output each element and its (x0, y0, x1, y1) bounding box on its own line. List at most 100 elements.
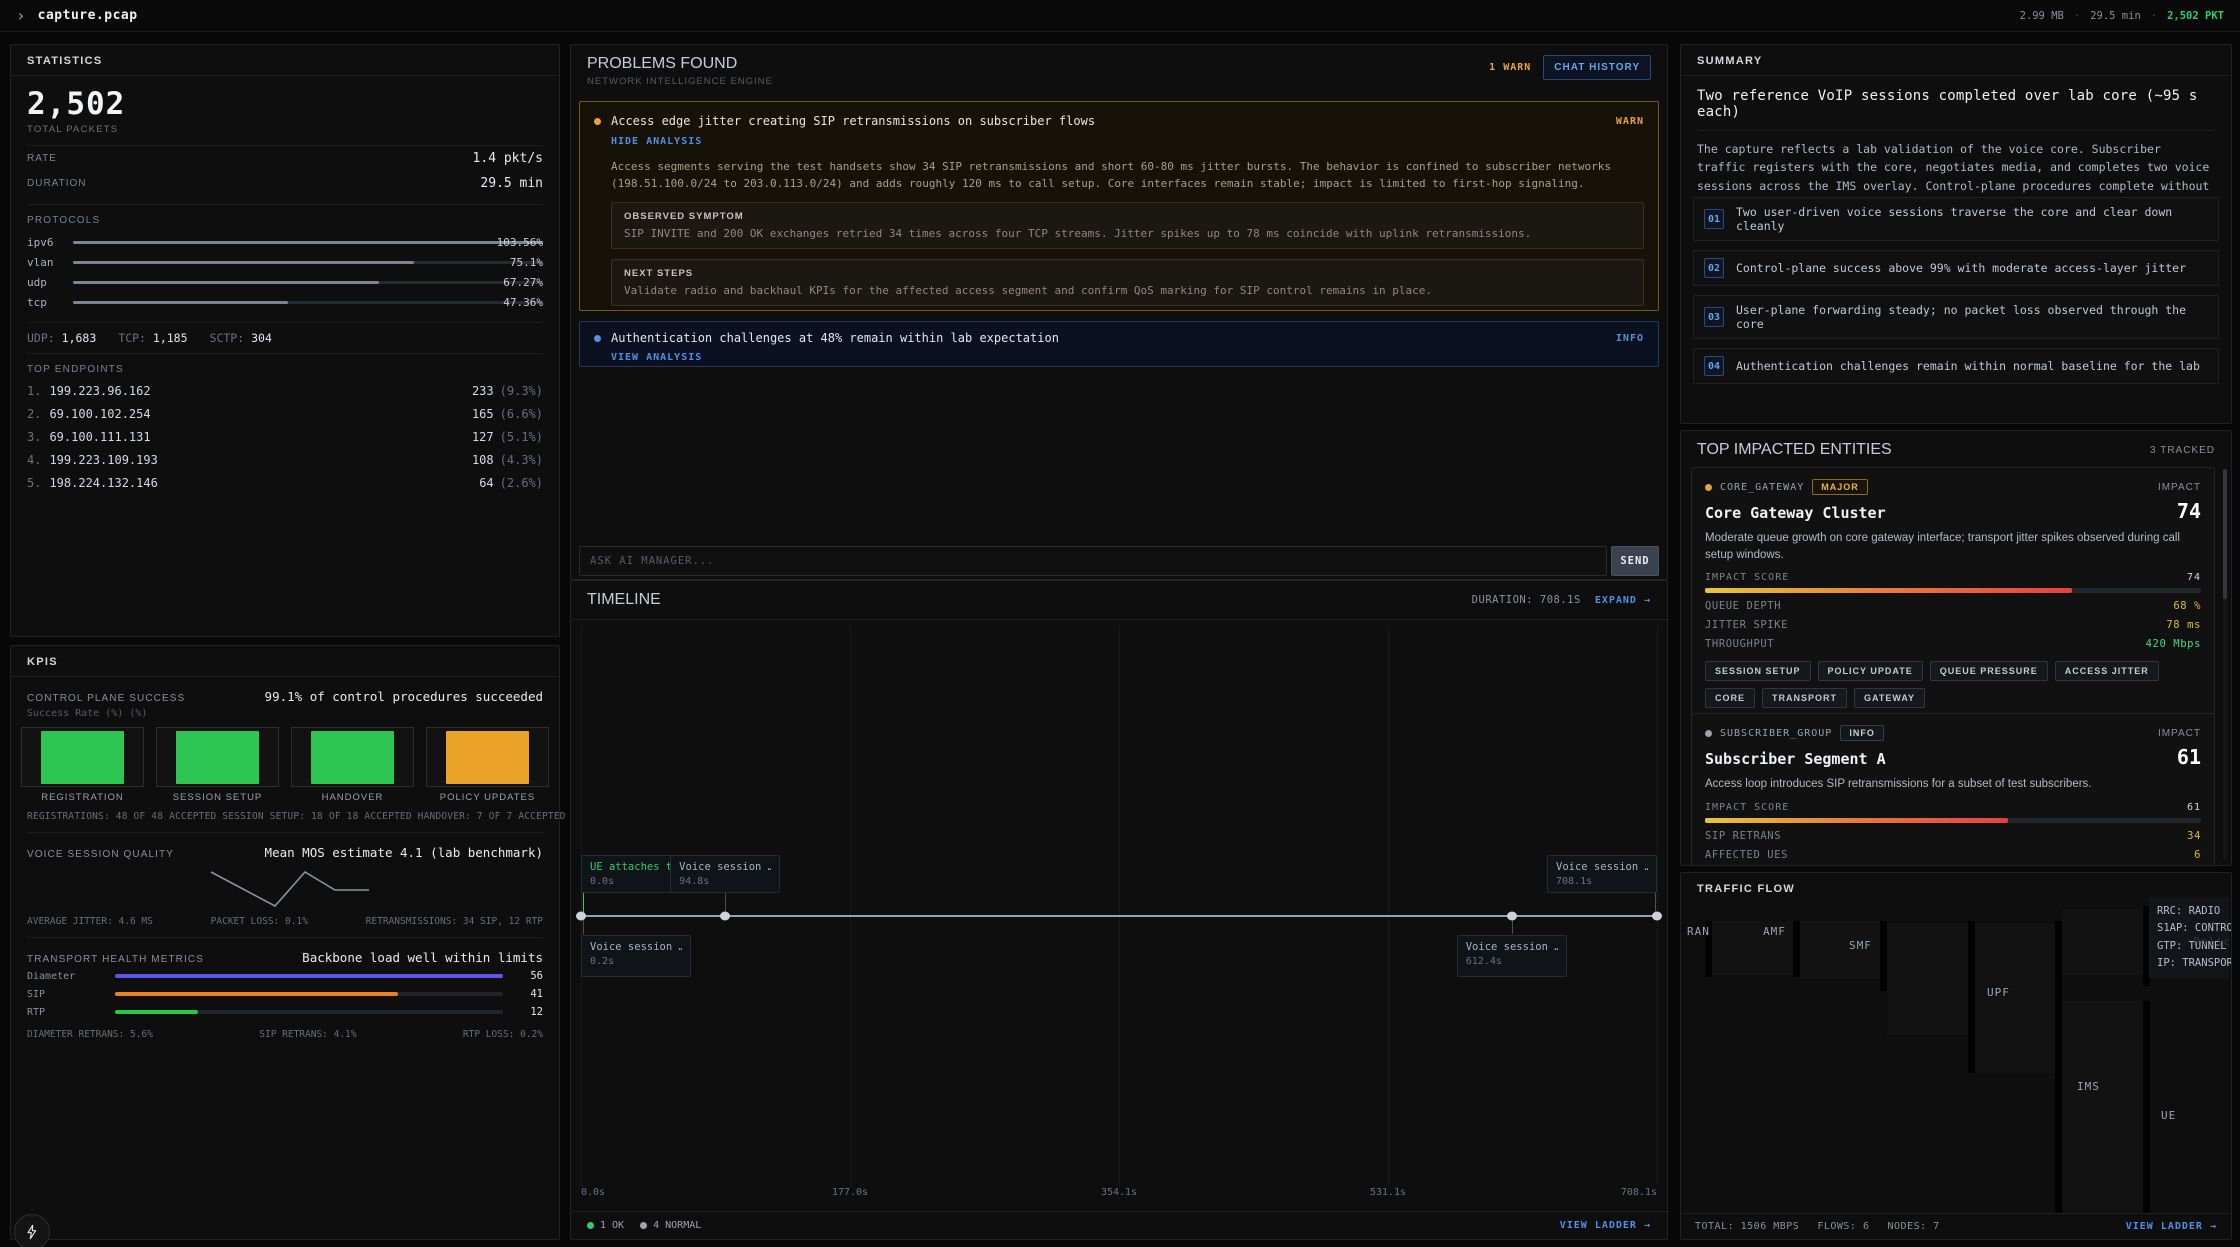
item-text: Two user-driven voice sessions traverse … (1736, 205, 2208, 233)
event-time: 612.4s (1466, 956, 1558, 967)
metric-value: 68 % (2173, 600, 2201, 612)
view-ladder-link[interactable]: VIEW LADDER → (2126, 1221, 2217, 1232)
dot-separator: · (2074, 10, 2080, 22)
transport-health-value: Backbone load well within limits (302, 950, 543, 965)
view-ladder-link[interactable]: VIEW LADDER → (1560, 1220, 1651, 1231)
problems-title: PROBLEMS FOUND (587, 55, 773, 73)
tag-chip[interactable]: TRANSPORT (1762, 688, 1847, 708)
entity-card-subscriber-segment[interactable]: SUBSCRIBER_GROUP INFO IMPACT Subscriber … (1691, 713, 2215, 866)
kpi-bar-label: HANDOVER (291, 792, 414, 803)
problem-card-warn[interactable]: Access edge jitter creating SIP retransm… (579, 101, 1659, 311)
tag-chip[interactable]: SESSION SETUP (1705, 661, 1811, 681)
kpi-bar-label: POLICY UPDATES (426, 792, 549, 803)
endpoint-count: 127 (472, 430, 494, 444)
entities-title: TOP IMPACTED ENTITIES (1697, 441, 1892, 459)
udp-count-label: UDP: (27, 331, 55, 345)
protocols-label: PROTOCOLS (11, 205, 559, 232)
problems-subtitle: NETWORK INTELLIGENCE ENGINE (587, 76, 773, 87)
tag-chip[interactable]: GATEWAY (1854, 688, 1925, 708)
transport-name: RTP (27, 1007, 115, 1018)
summary-panel: SUMMARY Two reference VoIP sessions comp… (1680, 44, 2232, 424)
impact-score-value: 61 (2187, 802, 2201, 813)
event-time: 94.8s (679, 876, 771, 887)
gridline (850, 625, 851, 1187)
diameter-retrans-stat: DIAMETER RETRANS: 5.6% (27, 1029, 153, 1040)
timeline-event[interactable]: Voice session … 708.1s (1547, 855, 1657, 893)
entities-scrollbar[interactable] (2223, 469, 2227, 859)
ask-ai-input[interactable] (579, 546, 1607, 576)
quick-actions-fab[interactable] (14, 1214, 50, 1247)
entity-name: Subscriber Segment A (1705, 750, 1886, 768)
timeline-event[interactable]: Voice session … 612.4s (1457, 935, 1567, 977)
protocol-name: tcp (27, 296, 73, 309)
tag-chip[interactable]: POLICY UPDATE (1818, 661, 1923, 681)
timeline-dot[interactable] (720, 912, 730, 921)
problem-card-info[interactable]: Authentication challenges at 48% remain … (579, 321, 1659, 367)
timeline-dot[interactable] (1507, 912, 1517, 921)
endpoint-row[interactable]: 2. 69.100.102.254 165(6.6%) (11, 404, 559, 427)
entity-dot-icon (1705, 730, 1712, 737)
kpi-bar-registration (21, 727, 144, 787)
flow-ribbon-gtp[interactable] (1887, 923, 1968, 1035)
sankey-node-ims[interactable] (2055, 921, 2062, 1217)
next-steps-text: Validate radio and backhaul KPIs for the… (624, 284, 1631, 297)
entity-card-core-gateway[interactable]: CORE_GATEWAY MAJOR IMPACT Core Gateway C… (1691, 467, 2215, 720)
scrollbar-thumb[interactable] (2223, 469, 2227, 599)
impact-score-bar (1705, 818, 2201, 823)
ok-dot-icon (587, 1222, 594, 1229)
axis-tick: 354.1s (1101, 1187, 1137, 1198)
kpi-bar-label: SESSION SETUP (156, 792, 279, 803)
timeline-dot[interactable] (1652, 912, 1662, 921)
kpi-bar-session-setup (156, 727, 279, 787)
flow-ribbon-upper[interactable] (2062, 909, 2143, 975)
expand-link[interactable]: EXPAND → (1595, 595, 1651, 606)
impact-score-label: IMPACT SCORE (1705, 572, 1789, 583)
item-number-badge: 02 (1704, 258, 1724, 278)
item-number-badge: 01 (1704, 209, 1724, 229)
chat-history-button[interactable]: CHAT HISTORY (1543, 55, 1651, 80)
timeline-dot[interactable] (576, 912, 586, 921)
sankey-node-smf[interactable] (1880, 921, 1887, 991)
sankey-node-upf[interactable] (1968, 921, 1975, 1073)
lightning-bolt-icon (24, 1224, 40, 1240)
voice-quality-value: Mean MOS estimate 4.1 (lab benchmark) (265, 845, 543, 860)
tag-chip[interactable]: CORE (1705, 688, 1755, 708)
view-analysis-link[interactable]: VIEW ANALYSIS (611, 352, 702, 363)
send-button[interactable]: SEND (1611, 546, 1659, 576)
item-number-badge: 04 (1704, 356, 1724, 376)
tag-chip[interactable]: ACCESS JITTER (2055, 661, 2159, 681)
metric-label: JITTER SPIKE (1705, 619, 1788, 631)
capture-file-title: capture.pcap (38, 8, 138, 23)
rtp-loss-stat: RTP LOSS: 0.2% (463, 1029, 543, 1040)
metric-value: 34 (2187, 830, 2201, 842)
node-label-amf: AMF (1763, 925, 1786, 938)
endpoint-row[interactable]: 1. 199.223.96.162 233(9.3%) (11, 381, 559, 404)
tag-chip[interactable]: QUEUE PRESSURE (1930, 661, 2048, 681)
sankey-node-amf[interactable] (1793, 921, 1800, 977)
warn-badge: WARN (1616, 116, 1644, 127)
protocol-pct: 103.56% (497, 236, 543, 249)
event-label: Voice session … (679, 861, 771, 873)
protocol-name: vlan (27, 256, 73, 269)
entity-type: SUBSCRIBER_GROUP (1720, 728, 1832, 739)
tcp-count-label: TCP: (118, 331, 146, 345)
item-text: Authentication challenges remain within … (1736, 359, 2200, 373)
endpoint-row[interactable]: 3. 69.100.111.131 127(5.1%) (11, 427, 559, 450)
timeline-event[interactable]: Voice session … 0.2s (581, 935, 691, 977)
kpi-bar-handover (291, 727, 414, 787)
dot-separator: · (2151, 10, 2157, 22)
chevron-right-icon[interactable]: › (16, 8, 26, 24)
voice-quality-label: VOICE SESSION QUALITY (27, 849, 174, 860)
sankey-node-ue-lower[interactable] (2143, 1001, 2150, 1217)
timeline-event[interactable]: Voice session … 94.8s (670, 855, 780, 893)
hide-analysis-link[interactable]: HIDE ANALYSIS (611, 136, 702, 147)
total-mbps: TOTAL: 1506 MBPS (1695, 1221, 1799, 1232)
node-label-upf: UPF (1987, 986, 2010, 999)
entity-type: CORE_GATEWAY (1720, 482, 1804, 493)
endpoint-row[interactable]: 4. 199.223.109.193 108(4.3%) (11, 450, 559, 473)
flow-ribbon-lower[interactable] (2062, 1001, 2143, 1217)
event-time: 708.1s (1556, 876, 1648, 887)
gridline (581, 625, 582, 1187)
rate-value: 1.4 pkt/s (473, 151, 543, 166)
endpoint-row[interactable]: 5. 198.224.132.146 64(2.6%) (11, 473, 559, 496)
